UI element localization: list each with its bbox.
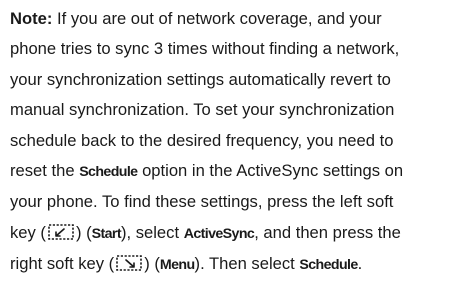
schedule-term: Schedule [79, 164, 138, 181]
note-line-3: your synchronization settings automatica… [10, 69, 391, 89]
note-line-2: phone tries to sync 3 times without find… [10, 39, 400, 59]
note-line-6: reset the Schedule option in the ActiveS… [10, 156, 458, 187]
note-line-1: Note: If you are out of network coverage… [10, 4, 458, 34]
menu-term: Menu [159, 257, 195, 274]
note-text: . [357, 254, 363, 274]
note-text: ). Then select [194, 254, 300, 274]
note-line-7: your phone. To find these settings, pres… [10, 192, 394, 212]
note-text: right soft key ( [10, 254, 115, 274]
note-text: option in the ActiveSync settings on [137, 161, 404, 181]
note-text: ) ( [75, 222, 92, 242]
note-line-8: key ( ) (Start), select ActiveSync, and t… [10, 218, 458, 249]
note-paragraph: Note: If you are out of network coverage… [10, 4, 458, 281]
note-line-4: manual synchronization. To set your sync… [10, 100, 395, 120]
left-soft-key-icon [46, 223, 76, 241]
schedule-term: Schedule [299, 257, 358, 274]
note-text: ), select [120, 222, 184, 242]
note-lead: Note: [10, 9, 53, 28]
activesync-term: ActiveSync [183, 225, 255, 242]
right-soft-key-icon [114, 254, 144, 272]
start-term: Start [91, 225, 122, 242]
note-text: ) ( [144, 254, 160, 274]
note-line-9: right soft key ( ) (Menu). Then select Sc… [10, 249, 458, 280]
note-text: reset the [10, 161, 80, 181]
note-text: key ( [10, 222, 46, 242]
note-text: , and then press the [254, 222, 401, 242]
note-line-5: schedule back to the desired frequency, … [10, 130, 394, 150]
note-text: If you are out of network coverage, and … [52, 9, 382, 28]
